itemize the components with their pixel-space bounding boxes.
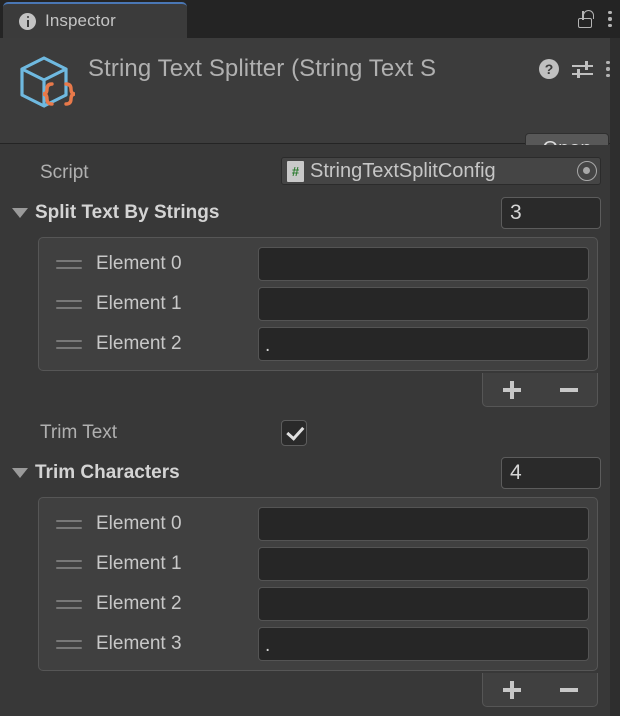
drag-handle-icon[interactable]: [56, 599, 82, 609]
inspector-body: Script # StringTextSplitConfig Split Tex…: [0, 145, 610, 716]
list-item[interactable]: Element 0: [47, 244, 589, 284]
checkmark-icon: [286, 422, 305, 441]
scriptable-object-icon: [14, 51, 80, 117]
element-label: Element 0: [96, 513, 182, 534]
unity-inspector-window: Inspector String Text Splitter (String T…: [0, 0, 620, 716]
element-label: Element 1: [96, 553, 182, 574]
array-footer-trim-characters: [482, 673, 598, 707]
element-text-input[interactable]: [258, 587, 589, 621]
element-text-input[interactable]: .: [258, 627, 589, 661]
info-circle-icon: [19, 12, 36, 30]
object-picker-icon[interactable]: [577, 161, 597, 181]
script-value: StringTextSplitConfig: [310, 159, 496, 182]
drag-handle-icon[interactable]: [56, 559, 82, 569]
cs-script-icon: #: [287, 160, 304, 182]
list-item[interactable]: Element 3 .: [47, 624, 589, 664]
foldout-triangle-icon[interactable]: [12, 468, 28, 478]
script-object-field[interactable]: # StringTextSplitConfig: [281, 157, 601, 185]
add-element-button[interactable]: [502, 380, 522, 400]
list-item[interactable]: Element 1: [47, 544, 589, 584]
script-label: Script: [40, 162, 89, 183]
object-title-row: String Text Splitter (String Text S ?: [88, 52, 610, 86]
drag-handle-icon[interactable]: [56, 259, 82, 269]
element-text-input[interactable]: [258, 287, 589, 321]
object-header-actions: ?: [533, 59, 610, 79]
preset-sliders-icon[interactable]: [572, 60, 593, 79]
array-list-trim-characters: Element 0 Element 1 Element 2 Element 3 …: [38, 497, 598, 671]
object-header: String Text Splitter (String Text S ? Op…: [0, 38, 620, 165]
drag-handle-icon[interactable]: [56, 639, 82, 649]
inspector-menu-kebab-icon[interactable]: [608, 10, 612, 28]
add-element-button[interactable]: [502, 680, 522, 700]
tab-inspector[interactable]: Inspector: [3, 2, 187, 38]
script-row: Script # StringTextSplitConfig: [0, 157, 610, 189]
window-edge-strip: [610, 38, 620, 716]
unlocked-padlock-icon[interactable]: [578, 9, 594, 29]
remove-element-button[interactable]: [560, 387, 578, 392]
remove-element-button[interactable]: [560, 687, 578, 692]
element-label: Element 2: [96, 333, 182, 354]
element-text-input[interactable]: [258, 247, 589, 281]
element-label: Element 2: [96, 593, 182, 614]
list-item[interactable]: Element 0: [47, 504, 589, 544]
element-text-input[interactable]: .: [258, 327, 589, 361]
element-label: Element 1: [96, 293, 182, 314]
page-title: String Text Splitter (String Text S: [88, 55, 437, 82]
list-item[interactable]: Element 1: [47, 284, 589, 324]
section-title: Trim Characters: [35, 462, 180, 483]
element-text-input[interactable]: [258, 547, 589, 581]
foldout-triangle-icon[interactable]: [12, 208, 28, 218]
help-icon[interactable]: ?: [539, 59, 559, 79]
drag-handle-icon[interactable]: [56, 339, 82, 349]
trim-text-row: Trim Text: [0, 417, 610, 449]
drag-handle-icon[interactable]: [56, 519, 82, 529]
tab-inspector-label: Inspector: [45, 11, 116, 30]
tab-bar: Inspector: [0, 0, 620, 38]
element-label: Element 0: [96, 253, 182, 274]
tab-bar-actions: [578, 0, 612, 38]
section-header-split-text-by-strings[interactable]: Split Text By Strings 3: [0, 197, 610, 229]
array-footer-split-text-by-strings: [482, 373, 598, 407]
drag-handle-icon[interactable]: [56, 299, 82, 309]
array-size-field[interactable]: 4: [501, 457, 601, 489]
element-text-input[interactable]: [258, 507, 589, 541]
array-size-field[interactable]: 3: [501, 197, 601, 229]
array-list-split-text-by-strings: Element 0 Element 1 Element 2 .: [38, 237, 598, 371]
list-item[interactable]: Element 2 .: [47, 324, 589, 364]
trim-text-label: Trim Text: [40, 422, 118, 443]
list-item[interactable]: Element 2: [47, 584, 589, 624]
section-header-trim-characters[interactable]: Trim Characters 4: [0, 457, 610, 489]
trim-text-checkbox[interactable]: [281, 420, 307, 446]
element-label: Element 3: [96, 633, 182, 654]
section-title: Split Text By Strings: [35, 202, 220, 223]
